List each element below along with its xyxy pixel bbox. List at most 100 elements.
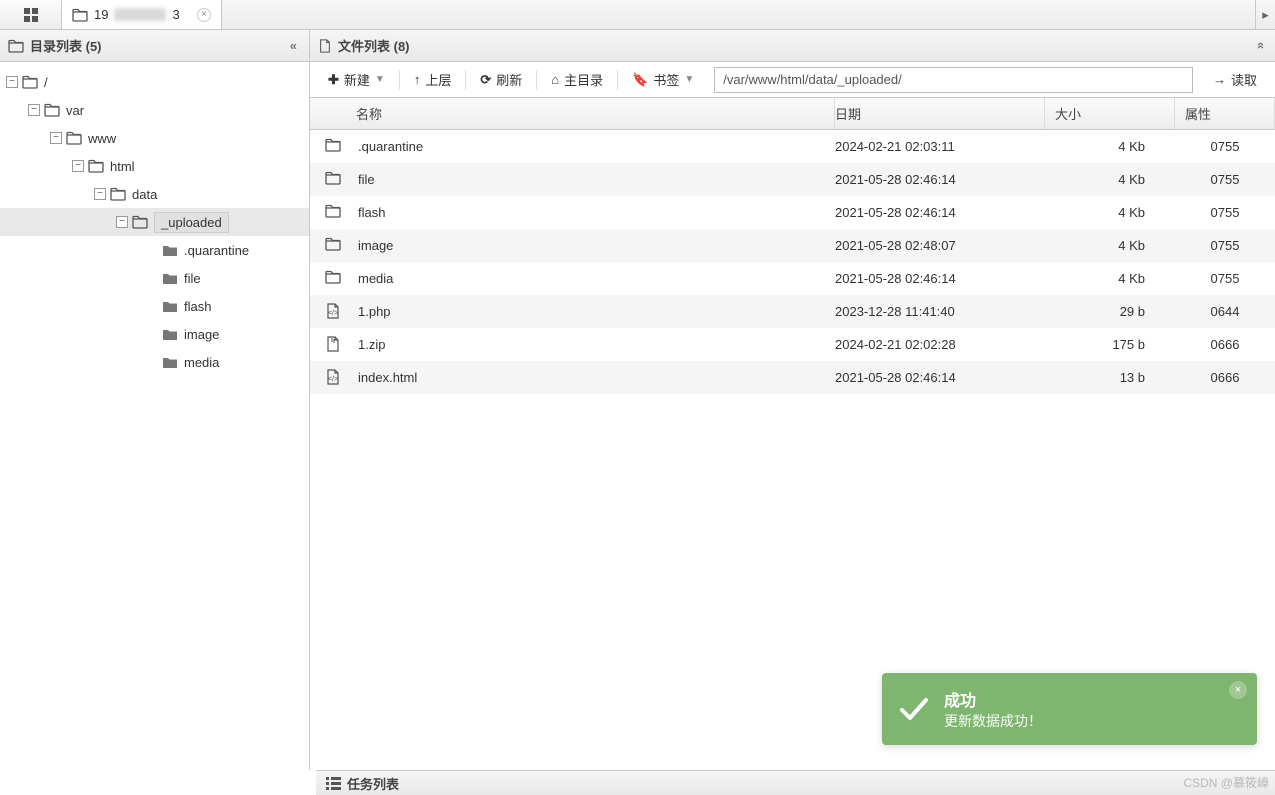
tree-node-data[interactable]: −data [0,180,309,208]
folder-icon [324,138,342,154]
folder-icon [66,131,82,145]
file-name: index.html [356,370,835,385]
folder-icon [324,204,342,220]
tree-node-var[interactable]: −var [0,96,309,124]
file-panel-header: 文件列表 (8) » [310,30,1275,62]
home-icon: ⌂ [551,72,559,87]
tree-node-uploaded[interactable]: −_uploaded [0,208,309,236]
column-name[interactable]: 名称 [310,98,835,129]
collapse-up-button[interactable]: » [1252,38,1267,53]
file-name: image [356,238,835,253]
folder-icon [162,327,178,341]
list-icon [326,776,341,791]
file-name: file [356,172,835,187]
directory-panel: 目录列表 (5) « −/ −var −www −html −data −_up… [0,30,310,770]
chevron-down-icon: ▼ [375,74,385,85]
folder-icon [324,270,342,286]
path-input[interactable] [714,67,1193,93]
tree-node-root[interactable]: −/ [0,68,309,96]
file-panel: 文件列表 (8) » ✚新建▼ ↑上层 ⟳刷新 ⌂主目录 🔖书签▼ →读取 名称… [310,30,1275,770]
file-row[interactable]: 1.php2023-12-28 11:41:4029 b0644 [310,295,1275,328]
tab-scroll-right[interactable]: ▸ [1255,0,1275,29]
refresh-button[interactable]: ⟳刷新 [468,66,534,94]
file-attr: 0644 [1175,304,1275,319]
home-button[interactable]: ⌂主目录 [539,66,615,94]
file-row[interactable]: index.html2021-05-28 02:46:1413 b0666 [310,361,1275,394]
top-tab-bar: 19 3 × ▸ [0,0,1275,30]
success-toast: 成功 更新数据成功！ × [882,673,1257,745]
watermark: CSDN @慕筱嶂 [1183,774,1269,791]
tree-node-www[interactable]: −www [0,124,309,152]
file-row[interactable]: .quarantine2024-02-21 02:03:114 Kb0755 [310,130,1275,163]
folder-icon [132,215,148,229]
collapse-left-button[interactable]: « [286,38,301,53]
folder-icon [162,243,178,257]
file-attr: 0755 [1175,139,1275,154]
up-button[interactable]: ↑上层 [402,66,464,94]
expand-toggle[interactable]: − [28,104,40,116]
file-size: 4 Kb [1045,205,1175,220]
file-size: 4 Kb [1045,172,1175,187]
file-date: 2023-12-28 11:41:40 [835,304,1045,319]
bookmark-icon: 🔖 [632,72,648,88]
file-date: 2021-05-28 02:46:14 [835,271,1045,286]
column-size[interactable]: 大小 [1045,98,1175,129]
file-name: .quarantine [356,139,835,154]
file-attr: 0755 [1175,238,1275,253]
folder-icon [8,39,24,53]
column-attr[interactable]: 属性 [1175,98,1275,129]
folder-icon [324,171,342,187]
expand-toggle[interactable]: − [72,160,84,172]
file-row[interactable]: file2021-05-28 02:46:144 Kb0755 [310,163,1275,196]
task-panel-title: 任务列表 [347,774,399,793]
expand-toggle[interactable]: − [94,188,106,200]
folder-icon [162,271,178,285]
task-panel-header[interactable]: 任务列表 [316,770,1275,795]
folder-icon [22,75,38,89]
file-attr: 0755 [1175,205,1275,220]
directory-tree: −/ −var −www −html −data −_uploaded .qua… [0,62,309,770]
expand-toggle[interactable]: − [6,76,18,88]
column-date[interactable]: 日期 [835,98,1045,129]
file-name: 1.php [356,304,835,319]
check-icon [898,693,930,725]
file-row[interactable]: image2021-05-28 02:48:074 Kb0755 [310,229,1275,262]
tree-node-html[interactable]: −html [0,152,309,180]
toast-close-button[interactable]: × [1229,681,1247,699]
tree-node-flash[interactable]: flash [0,292,309,320]
code-icon [324,303,342,319]
tab-label-blurred [114,8,166,21]
file-date: 2024-02-21 02:02:28 [835,337,1045,352]
folder-icon [324,237,342,253]
file-size: 4 Kb [1045,238,1175,253]
tree-node-quarantine[interactable]: .quarantine [0,236,309,264]
directory-panel-header: 目录列表 (5) « [0,30,309,62]
tab-close-button[interactable]: × [197,8,211,22]
apps-grid-button[interactable] [0,0,62,29]
expand-toggle[interactable]: − [50,132,62,144]
folder-icon [44,103,60,117]
file-size: 175 b [1045,337,1175,352]
file-row[interactable]: media2021-05-28 02:46:144 Kb0755 [310,262,1275,295]
new-button[interactable]: ✚新建▼ [316,66,397,94]
file-name: flash [356,205,835,220]
file-date: 2021-05-28 02:46:14 [835,370,1045,385]
chevron-down-icon: ▼ [684,74,694,85]
bookmark-button[interactable]: 🔖书签▼ [620,66,706,94]
file-date: 2021-05-28 02:48:07 [835,238,1045,253]
file-name: media [356,271,835,286]
file-attr: 0666 [1175,337,1275,352]
file-row[interactable]: 1.zip2024-02-21 02:02:28175 b0666 [310,328,1275,361]
expand-toggle[interactable]: − [116,216,128,228]
file-icon [318,38,332,54]
file-name: 1.zip [356,337,835,352]
tab-server[interactable]: 19 3 × [62,0,222,29]
tree-node-file[interactable]: file [0,264,309,292]
tree-node-image[interactable]: image [0,320,309,348]
tree-node-media[interactable]: media [0,348,309,376]
read-button[interactable]: →读取 [1201,66,1269,94]
tab-label-suffix: 3 [172,7,179,22]
file-attr: 0755 [1175,172,1275,187]
file-row[interactable]: flash2021-05-28 02:46:144 Kb0755 [310,196,1275,229]
toast-message: 更新数据成功！ [944,711,1042,731]
